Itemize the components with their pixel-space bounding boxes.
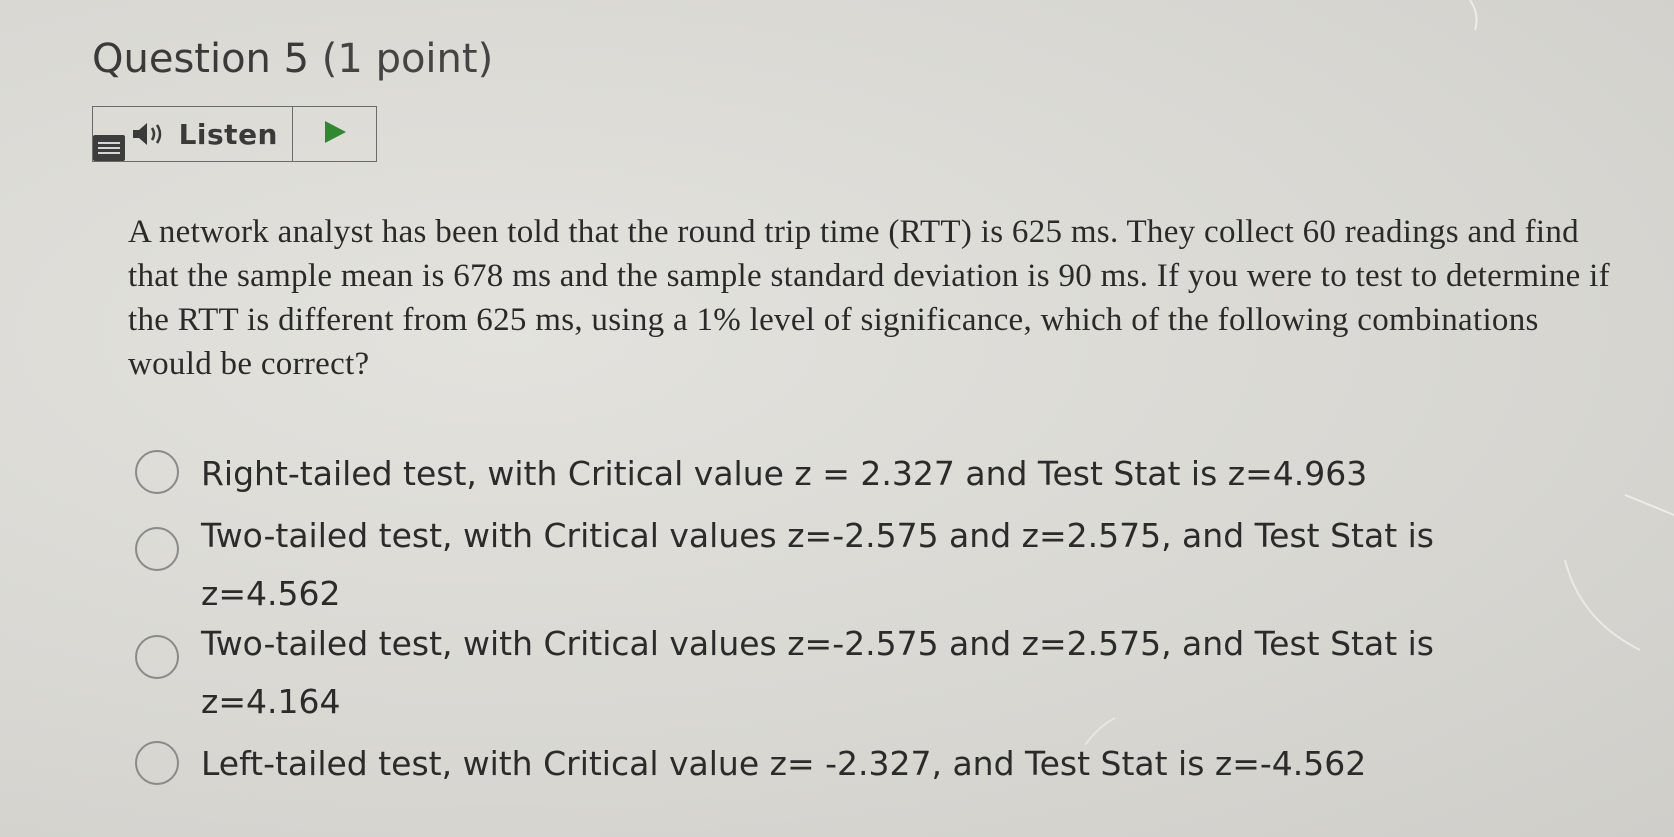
answer-option-4[interactable]: Left-tailed test, with Critical value z=… <box>135 735 1501 793</box>
radio-button[interactable] <box>135 741 179 785</box>
answer-option-2[interactable]: Two-tailed test, with Critical values z=… <box>135 507 1501 623</box>
question-number: Question 5 <box>92 36 310 82</box>
listen-label: Listen <box>178 117 278 151</box>
answer-option-label: Two-tailed test, with Critical values z=… <box>201 624 1435 721</box>
radio-button[interactable] <box>135 635 179 679</box>
question-header: Question 5 (1 point) <box>92 36 493 82</box>
question-text: A network analyst has been told that the… <box>128 214 1610 382</box>
answer-option-label: Two-tailed test, with Critical values z=… <box>201 516 1435 613</box>
radio-button[interactable] <box>135 527 179 571</box>
answer-option-1[interactable]: Right-tailed test, with Critical value z… <box>135 445 1501 503</box>
play-button[interactable] <box>293 107 376 161</box>
speaker-icon <box>129 120 169 148</box>
answer-option-3[interactable]: Two-tailed test, with Critical values z=… <box>135 615 1501 731</box>
answer-option-label: Left-tailed test, with Critical value z=… <box>201 744 1367 783</box>
radio-button[interactable] <box>135 450 179 494</box>
play-icon <box>322 119 348 150</box>
question-points: (1 point) <box>321 36 494 82</box>
answer-option-label: Right-tailed test, with Critical value z… <box>201 454 1368 493</box>
menu-icon[interactable] <box>93 135 125 161</box>
listen-toolbar: Listen <box>92 106 377 162</box>
